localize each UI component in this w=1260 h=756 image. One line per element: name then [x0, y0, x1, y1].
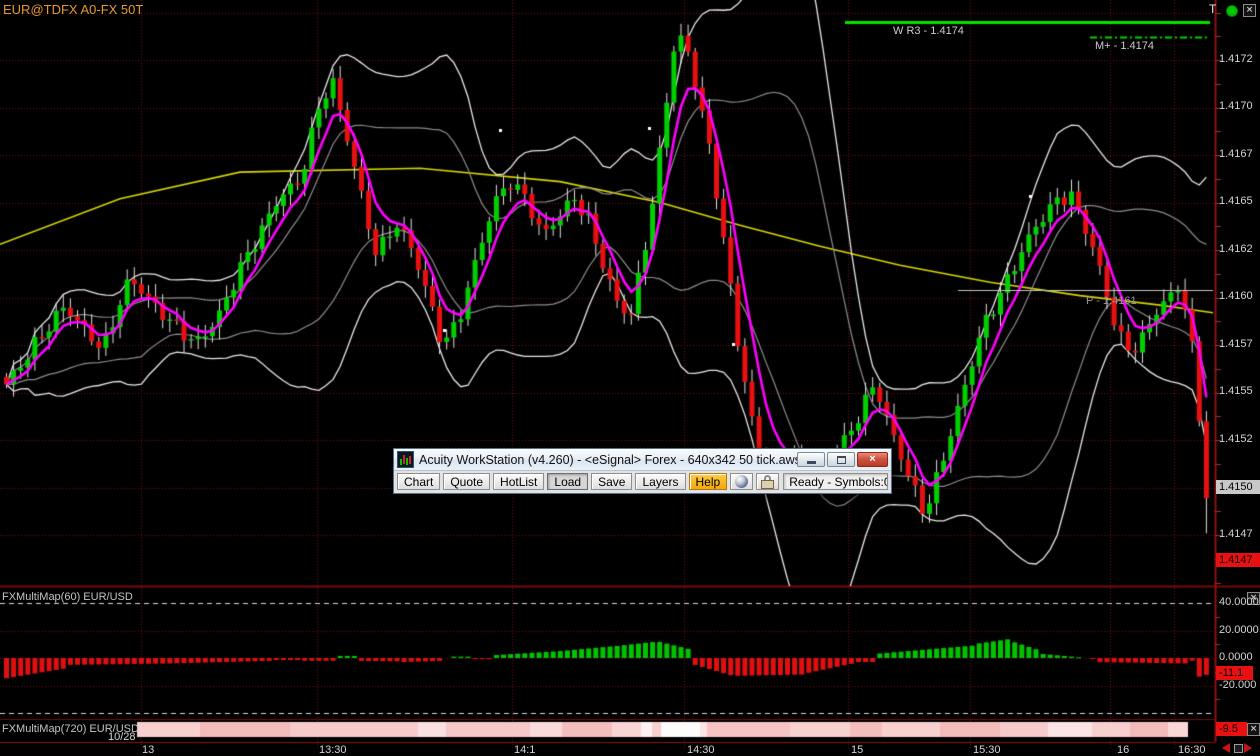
time-label: 16 — [1117, 744, 1129, 756]
toolbar-button-save[interactable]: Save — [591, 473, 632, 490]
time-label: 14:1 — [514, 744, 535, 756]
price-label: 1.4152 — [1219, 433, 1253, 445]
price-label: 1.4162 — [1219, 243, 1253, 255]
toolbar-button-layers[interactable]: Layers — [635, 473, 685, 490]
sync-button[interactable] — [730, 473, 753, 490]
price-gray-badge: 1.4150 — [1216, 480, 1260, 494]
indicator-scale-label: 20.0000 — [1219, 624, 1259, 636]
close-button[interactable]: × — [857, 452, 888, 467]
chart-symbol-title: EUR@TDFX A0-FX 50T — [3, 2, 143, 17]
time-label: 15:30 — [973, 744, 1001, 756]
indicator-scale-label: -20.000 — [1219, 679, 1256, 691]
status-field: Ready - Symbols:013/1000 — [783, 473, 888, 490]
price-label: 1.4157 — [1219, 338, 1253, 350]
indicator-value-badge: -11.1 — [1216, 666, 1253, 680]
price-label: 1.4155 — [1219, 385, 1253, 397]
restore-button[interactable] — [827, 452, 855, 467]
panel60-title: FXMultiMap(60) EUR/USD — [2, 591, 133, 603]
price-red-badge: 1.4147 — [1216, 553, 1260, 567]
time-label: 15 — [851, 744, 863, 756]
price-label: 1.4170 — [1219, 100, 1253, 112]
panel720-close-icon[interactable]: × — [1247, 723, 1260, 736]
price-label: 1.4160 — [1219, 290, 1253, 302]
window-title-bar[interactable]: Acuity WorkStation (v4.260) - <eSignal> … — [394, 449, 891, 471]
tick-chart-marker-icon[interactable]: T — [1209, 2, 1216, 16]
acuity-workstation-window[interactable]: Acuity WorkStation (v4.260) - <eSignal> … — [393, 448, 892, 494]
window-title: Acuity WorkStation (v4.260) - <eSignal> … — [419, 453, 797, 467]
indicator-scale-label: 0.0000 — [1219, 651, 1253, 663]
price-label: 1.4147 — [1219, 528, 1253, 540]
date-label: 10/28 — [108, 731, 136, 743]
workstation-screen: EUR@TDFX A0-FX 50T T × W R3 - 1.4174 M+ … — [0, 0, 1260, 756]
chart-overlay: EUR@TDFX A0-FX 50T T × W R3 - 1.4174 M+ … — [0, 0, 1260, 756]
panel720-value-badge: -9.5 — [1216, 722, 1247, 736]
price-label: 1.4165 — [1219, 195, 1253, 207]
toolbar-button-help[interactable]: Help — [689, 473, 728, 490]
window-toolbar: ChartQuoteHotListLoadSaveLayersHelp Read… — [394, 471, 891, 493]
chart-close-icon[interactable]: × — [1243, 4, 1256, 17]
sync-icon — [735, 475, 748, 488]
acuity-logo-icon — [397, 451, 414, 468]
lock-button[interactable] — [756, 473, 779, 490]
scroll-left-icon[interactable] — [1222, 743, 1230, 753]
time-label: 16:30 — [1178, 744, 1206, 756]
scroll-stop-icon[interactable] — [1234, 744, 1243, 753]
price-label: 1.4172 — [1219, 53, 1253, 65]
toolbar-button-chart[interactable]: Chart — [397, 473, 440, 490]
pivot-level-label: P - 1.4161 — [1086, 295, 1137, 307]
toolbar-button-quote[interactable]: Quote — [443, 473, 490, 490]
toolbar-buttons: ChartQuoteHotListLoadSaveLayersHelp — [397, 473, 727, 490]
scroll-right-icon[interactable] — [1244, 743, 1252, 753]
monthly-pivot-level-label: M+ - 1.4174 — [1095, 40, 1154, 52]
time-label: 14:30 — [687, 744, 715, 756]
price-label: 1.4167 — [1219, 148, 1253, 160]
minimize-button[interactable] — [797, 452, 825, 467]
toolbar-button-load[interactable]: Load — [547, 473, 588, 490]
lock-icon — [761, 475, 774, 489]
time-label: 13 — [142, 744, 154, 756]
weekly-r3-level-label: W R3 - 1.4174 — [893, 25, 964, 37]
status-dot-icon[interactable] — [1226, 5, 1238, 17]
indicator-scale-label: 40.0000 — [1219, 596, 1259, 608]
time-label: 13:30 — [319, 744, 347, 756]
toolbar-button-hotlist[interactable]: HotList — [493, 473, 544, 490]
